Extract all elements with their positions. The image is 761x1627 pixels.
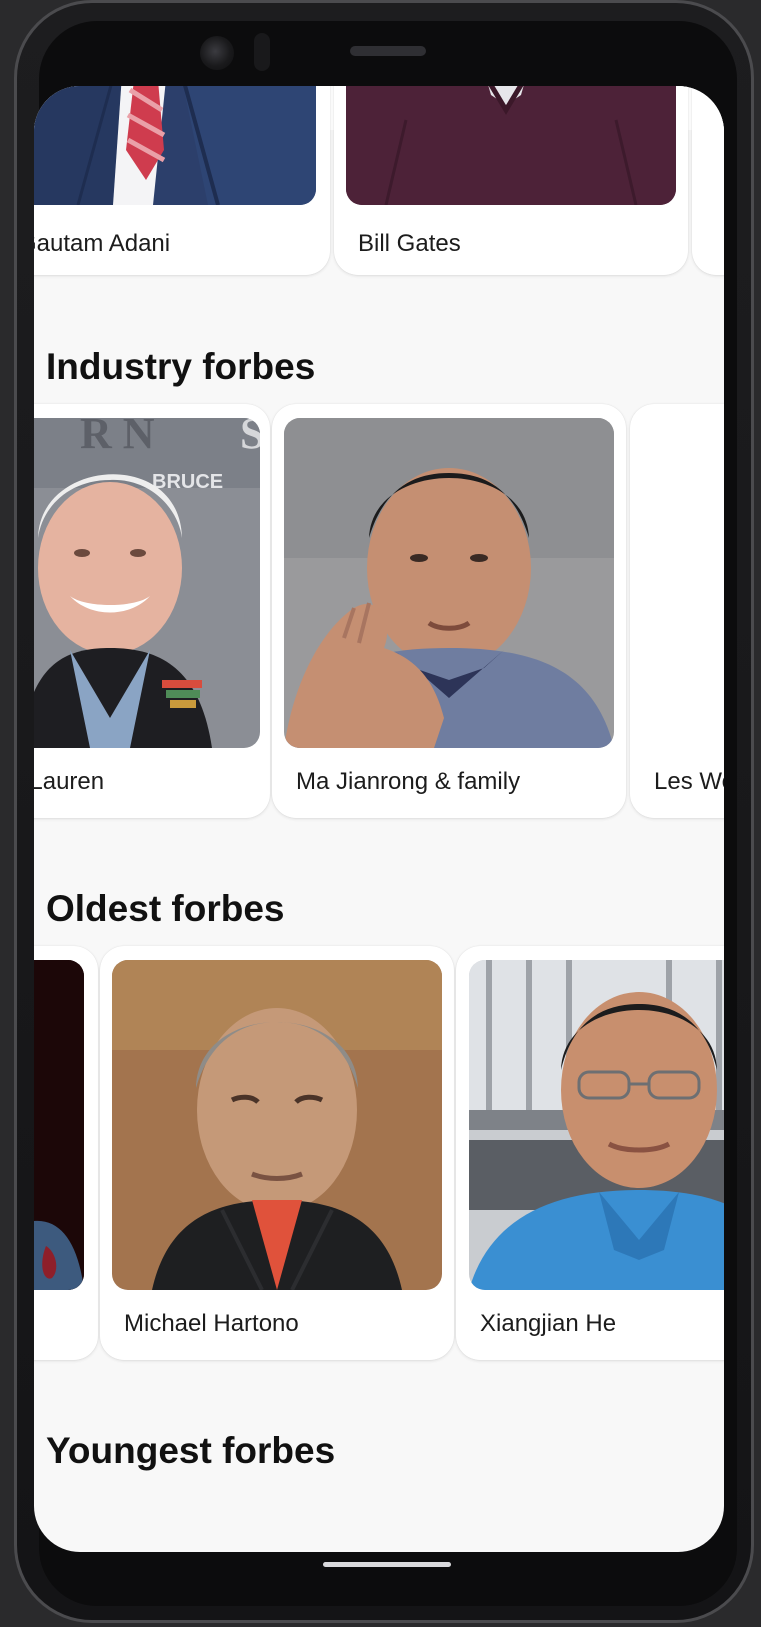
person-name: Michael Hartono	[124, 1310, 299, 1337]
person-name: Ralph Lauren	[34, 768, 105, 795]
person-card-ma-jianrong[interactable]: Ma Jianrong & family	[272, 404, 626, 818]
person-card-gautam-adani[interactable]: Gautam Adani	[34, 86, 330, 275]
person-name: Les Wexner	[654, 768, 724, 795]
person-name: Bill Gates	[358, 230, 461, 257]
person-photo	[112, 960, 442, 1290]
person-photo	[34, 86, 316, 205]
person-photo	[346, 86, 676, 205]
person-name: Ma Jianrong & family	[296, 768, 521, 795]
person-card-ralph-lauren[interactable]: R N S BRUCE Ralph Lauren	[34, 404, 270, 818]
front-camera-icon	[200, 36, 234, 70]
section-title-youngest: Youngest forbes	[46, 1430, 336, 1471]
section-title-industry: Industry forbes	[46, 346, 316, 387]
earpiece-speaker	[350, 46, 426, 56]
app-screen: Gautam Adani Bill Gates Industry forbes …	[34, 86, 724, 1552]
backdrop-text: BRUCE	[152, 471, 223, 493]
person-photo: R N S BRUCE	[34, 418, 260, 748]
svg-text:S: S	[240, 418, 260, 458]
svg-text:R N: R N	[80, 418, 155, 458]
person-card-oldest-partial[interactable]	[34, 946, 98, 1360]
person-photo	[284, 418, 614, 748]
person-name: Xiangjian He	[480, 1310, 617, 1337]
person-card-partial[interactable]	[692, 86, 724, 275]
person-name: Gautam Adani	[34, 230, 171, 257]
person-card-michael-hartono[interactable]: Michael Hartono	[100, 946, 454, 1360]
person-card-xiangjian-he[interactable]: Xiangjian He	[456, 946, 724, 1360]
person-card-bill-gates[interactable]: Bill Gates	[334, 86, 688, 275]
section-title-oldest: Oldest forbes	[46, 888, 285, 929]
person-photo	[34, 960, 84, 1290]
proximity-sensor	[254, 33, 270, 71]
person-card-les-wexner[interactable]: Les Wexner	[630, 404, 724, 818]
home-indicator[interactable]	[323, 1562, 451, 1567]
person-photo	[469, 960, 724, 1290]
